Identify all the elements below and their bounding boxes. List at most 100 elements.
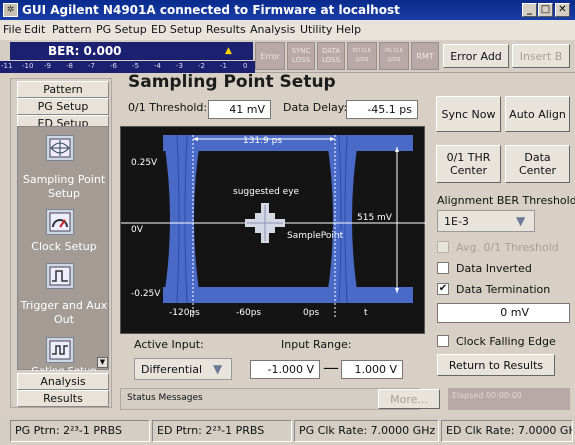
eye-left-crossing	[163, 135, 201, 303]
ber-scale-tick: 0	[243, 62, 248, 70]
ber-scale-tick: -2	[198, 62, 205, 70]
threshold-field[interactable]: 41 mV	[208, 100, 271, 119]
y-axis-label-bottom: -0.25V	[131, 289, 161, 299]
ber-scale-tick: -7	[88, 62, 95, 70]
nav-trigger-aux-out[interactable]: Trigger and Aux Out	[14, 299, 114, 327]
close-icon[interactable]: ✕	[555, 3, 570, 17]
nav-pg-setup[interactable]: PG Setup	[17, 98, 109, 115]
title-bar: ✲ GUI Agilent N4901A connected to Firmwa…	[0, 0, 575, 20]
data-termination-checkbox[interactable]: ✔	[437, 283, 449, 295]
eye-right-crossing	[326, 135, 359, 303]
clock-falling-edge-label: Clock Falling Edge	[456, 335, 556, 348]
data-termination-label: Data Termination	[456, 283, 551, 296]
status-messages-label: Status Messages	[127, 393, 203, 403]
chevron-down-icon: ▼	[213, 362, 223, 376]
data-inverted-checkbox[interactable]	[437, 262, 449, 274]
sidebar: Pattern PG Setup ED Setup Sampling Point…	[10, 78, 112, 408]
menu-bar: File Edit Pattern PG Setup ED Setup Resu…	[0, 20, 575, 40]
data-inverted-label: Data Inverted	[456, 262, 532, 275]
range-min-field[interactable]: -1.000 V	[250, 360, 320, 379]
ber-scale-tick: -3	[176, 62, 183, 70]
y-axis-label-zero: 0V	[131, 225, 143, 235]
scroll-down-icon[interactable]: ▼	[97, 357, 108, 368]
nav-clock-setup[interactable]: Clock Setup	[14, 240, 114, 254]
eye-width-label: 131.9 ps	[243, 136, 283, 146]
pg-pattern-status: PG Ptrn: 2²³-1 PRBS	[10, 420, 150, 442]
ber-marker-icon: ▲	[225, 46, 232, 56]
eye-height-label: 515 mV	[357, 213, 392, 223]
input-range-label: Input Range:	[281, 338, 352, 351]
thr-center-button[interactable]: 0/1 THR Center	[436, 145, 501, 183]
avg-threshold-checkbox[interactable]	[437, 241, 449, 253]
minimize-icon[interactable]: _	[522, 3, 537, 17]
ed-clk-loss-indicator: ED CLK LOSS	[347, 42, 377, 70]
ed-clock-status: ED Clk Rate: 7.0000 GHz	[441, 420, 573, 442]
range-max-field[interactable]: 1.000 V	[341, 360, 403, 379]
auto-align-button[interactable]: Auto Align	[505, 96, 570, 132]
menu-ed-setup[interactable]: ED Setup	[151, 23, 202, 36]
app-icon[interactable]: ✲	[3, 3, 18, 17]
ber-display: BER: 0.000 ▲	[10, 42, 253, 60]
nav-item-list: Sampling Point Setup Clock Setup Trigger…	[17, 126, 109, 371]
ber-scale-tick: -11	[1, 62, 13, 70]
active-input-select[interactable]: Differential ▼	[134, 358, 232, 380]
chevron-down-icon: ▼	[516, 214, 526, 228]
more-button[interactable]: More...	[378, 389, 440, 409]
menu-file[interactable]: File	[3, 23, 21, 36]
status-bar: PG Ptrn: 2²³-1 PRBS ED Ptrn: 2²³-1 PRBS …	[0, 416, 575, 445]
x-axis-label: 0ps	[303, 308, 320, 318]
return-to-results-button[interactable]: Return to Results	[437, 354, 555, 376]
menu-pg-setup[interactable]: PG Setup	[96, 23, 147, 36]
ber-label: BER: 0.000	[48, 44, 122, 58]
maximize-icon[interactable]: □	[538, 3, 553, 17]
data-center-button[interactable]: Data Center	[505, 145, 570, 183]
nav-sampling-point-setup[interactable]: Sampling Point Setup	[14, 173, 114, 201]
nav-analysis[interactable]: Analysis	[17, 373, 109, 390]
window-title: GUI Agilent N4901A connected to Firmware…	[22, 3, 400, 17]
alignment-threshold-select[interactable]: 1E-3 ▼	[437, 210, 535, 232]
data-delay-label: Data Delay:	[283, 101, 348, 114]
sync-loss-indicator: SYNC LOSS	[287, 42, 315, 70]
data-delay-field[interactable]: -45.1 ps	[346, 100, 418, 119]
pulse-icon[interactable]	[46, 263, 74, 289]
insert-b-button[interactable]: Insert B	[512, 44, 570, 68]
termination-voltage-field[interactable]: 0 mV	[437, 303, 570, 323]
ber-scale-tick: -5	[132, 62, 139, 70]
sample-point-label: SamplePoint	[287, 231, 344, 241]
suggested-eye-label: suggested eye	[233, 187, 300, 197]
nav-pattern[interactable]: Pattern	[17, 81, 109, 98]
x-axis-label: -120ps	[169, 308, 200, 318]
ber-scale-tick: -10	[22, 62, 34, 70]
menu-help[interactable]: Help	[336, 23, 361, 36]
alignment-threshold-label: Alignment BER Threshold	[437, 194, 575, 207]
gauge-icon[interactable]	[46, 209, 74, 235]
status-messages-panel: Status Messages	[120, 388, 420, 410]
menu-analysis[interactable]: Analysis	[250, 23, 295, 36]
menu-utility[interactable]: Utility	[300, 23, 332, 36]
nav-results[interactable]: Results	[17, 390, 109, 407]
ber-scale-tick: -9	[44, 62, 51, 70]
eye-diagram-plot[interactable]: 131.9 ps 515 mV 0.25V 0V -0.25V -120ps -…	[120, 126, 426, 334]
menu-results[interactable]: Results	[206, 23, 246, 36]
page-title: Sampling Point Setup	[128, 72, 336, 92]
eye-diagram-icon[interactable]	[46, 135, 74, 161]
menu-pattern[interactable]: Pattern	[52, 23, 92, 36]
waveform-icon[interactable]	[46, 337, 74, 363]
alignment-threshold-value: 1E-3	[444, 215, 469, 228]
active-input-label: Active Input:	[134, 338, 204, 351]
y-axis-label-top: 0.25V	[131, 158, 158, 168]
ber-scale-tick: -6	[110, 62, 117, 70]
error-add-button[interactable]: Error Add	[443, 44, 509, 68]
menu-edit[interactable]: Edit	[24, 23, 45, 36]
data-loss-indicator: DATA LOSS	[317, 42, 345, 70]
eye-diagram-svg	[121, 134, 426, 317]
threshold-label: 0/1 Threshold:	[128, 101, 208, 114]
ed-pattern-status: ED Ptrn: 2²³-1 PRBS	[152, 420, 292, 442]
elapsed-display: Elapsed 00:00:00	[448, 388, 570, 410]
clock-falling-edge-checkbox[interactable]	[437, 335, 449, 347]
avg-threshold-label: Avg. 0/1 Threshold	[456, 241, 559, 254]
ber-toolbar: BER: 0.000 ▲ -11 -10 -9 -8 -7 -6 -5 -4 -…	[0, 40, 575, 73]
sync-now-button[interactable]: Sync Now	[436, 96, 501, 132]
ber-scale-tick: -1	[220, 62, 227, 70]
ber-scale-tick: -8	[66, 62, 73, 70]
